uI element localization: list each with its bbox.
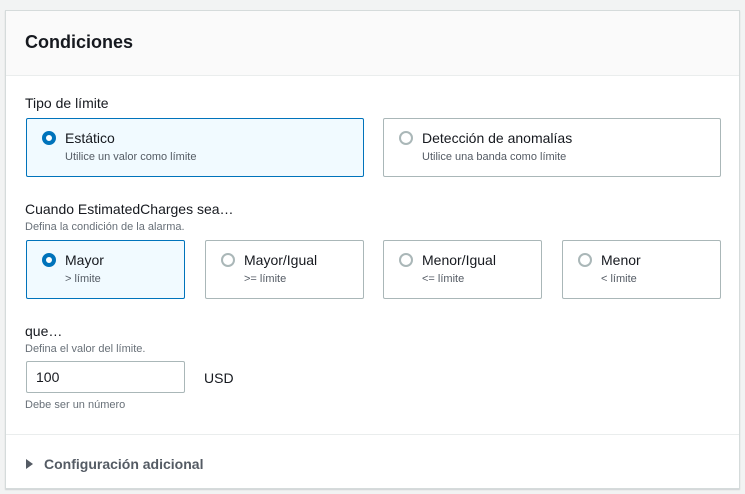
option-label: Menor/Igual (422, 252, 496, 268)
threshold-type-label: Tipo de límite (25, 95, 109, 111)
option-description: <= límite (422, 273, 465, 285)
option-label: Estático (65, 130, 115, 146)
radio-unselected-icon[interactable] (221, 253, 235, 267)
section-divider (6, 434, 739, 435)
option-description: Utilice una banda como límite (422, 151, 567, 163)
condition-greater-equal-option[interactable]: Mayor/Igual >= límite (205, 240, 364, 299)
option-description: < límite (601, 273, 637, 285)
panel-header: Condiciones (6, 11, 739, 76)
option-description: Utilice un valor como límite (65, 151, 197, 163)
radio-unselected-icon[interactable] (399, 131, 413, 145)
condition-less-option[interactable]: Menor < límite (562, 240, 721, 299)
condition-greater-option[interactable]: Mayor > límite (26, 240, 185, 299)
option-label: Detección de anomalías (422, 130, 573, 146)
radio-selected-icon[interactable] (42, 253, 56, 267)
radio-unselected-icon[interactable] (399, 253, 413, 267)
caret-right-icon[interactable] (26, 459, 33, 469)
condition-description: Defina la condición de la alarma. (25, 221, 185, 233)
threshold-type-static-option[interactable]: Estático Utilice un valor como límite (26, 118, 364, 177)
condition-less-equal-option[interactable]: Menor/Igual <= límite (383, 240, 542, 299)
option-label: Mayor/Igual (244, 252, 318, 268)
threshold-unit: USD (204, 370, 234, 386)
expander-label: Configuración adicional (44, 456, 204, 472)
threshold-value-label: que… (25, 323, 63, 339)
option-label: Mayor (65, 252, 104, 268)
conditions-panel: Condiciones Tipo de límite Estático Util… (5, 10, 740, 489)
condition-label: Cuando EstimatedCharges sea… (25, 201, 234, 217)
option-description: > límite (65, 273, 101, 285)
panel-title: Condiciones (25, 32, 134, 52)
threshold-value-constraint: Debe ser un número (25, 399, 126, 411)
threshold-type-anomaly-option[interactable]: Detección de anomalías Utilice una banda… (383, 118, 721, 177)
option-description: >= límite (244, 273, 287, 285)
threshold-value-input[interactable] (26, 361, 185, 393)
option-label: Menor (601, 252, 641, 268)
radio-unselected-icon[interactable] (578, 253, 592, 267)
radio-selected-icon[interactable] (42, 131, 56, 145)
threshold-value-description: Defina el valor del límite. (25, 343, 146, 355)
additional-configuration-expander[interactable]: Configuración adicional (26, 454, 203, 474)
